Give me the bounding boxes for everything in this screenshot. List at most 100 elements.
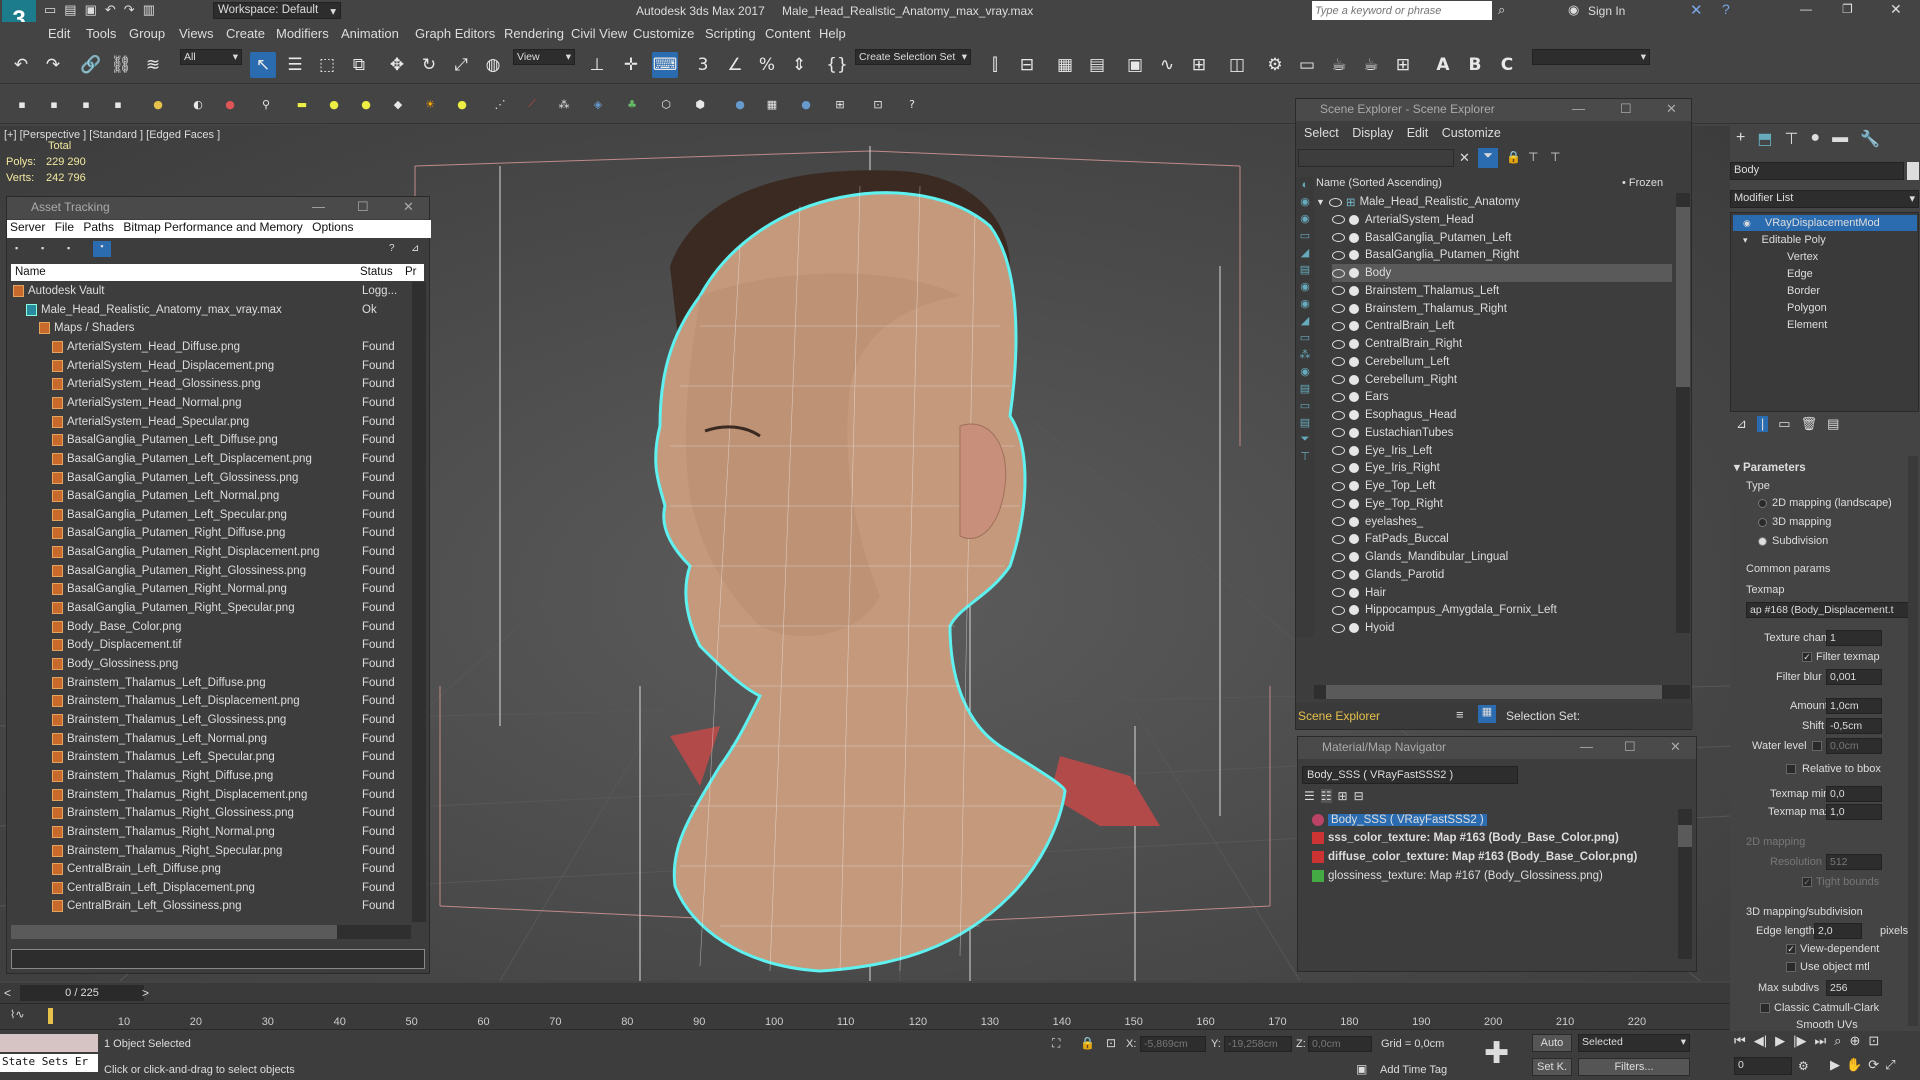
vray-dome-icon[interactable]: ● [356, 94, 376, 114]
close-icon[interactable]: ✕ [1890, 1, 1902, 18]
menu-options[interactable]: Options [312, 220, 353, 234]
helper-icon[interactable]: ● [220, 94, 240, 114]
scene-item[interactable]: FatPads_Buccal [1332, 530, 1672, 548]
view-dependent-checkbox[interactable]: ✓ [1786, 944, 1796, 954]
scene-hscrollbar[interactable] [1314, 685, 1690, 699]
absolute-mode-icon[interactable]: ⊡ [1106, 1036, 1116, 1050]
scene-item[interactable]: Cerebellum_Left [1332, 353, 1672, 371]
asset-row[interactable]: Male_Head_Realistic_Anatomy_max_vray.max… [11, 301, 409, 319]
menu-create[interactable]: Create [226, 26, 265, 41]
material-root-item[interactable]: Body_SSS ( VRayFastSSS2 ) [1312, 811, 1487, 829]
scene-item[interactable]: EustachianTubes [1332, 424, 1672, 442]
project-icon[interactable]: ▥ [143, 2, 155, 18]
reference-coord-dropdown[interactable]: View ▾ [513, 49, 575, 65]
vray-tree-icon[interactable]: ♣ [622, 94, 642, 114]
view-icon[interactable]: ▪ [41, 243, 44, 253]
undo-icon[interactable]: ↶ [8, 52, 34, 78]
select-by-name-icon[interactable]: ☰ [282, 52, 308, 78]
scene-item[interactable]: Brainstem_Thalamus_Left [1332, 282, 1672, 300]
water-level-checkbox[interactable] [1812, 741, 1822, 751]
vray-help-icon[interactable]: ? [902, 94, 922, 114]
vray-frame-buffer-icon[interactable]: ▦ [762, 94, 782, 114]
modifier-list-dropdown[interactable]: Modifier List ▾ [1730, 190, 1919, 208]
vray-plane-icon[interactable]: ⁂ [554, 94, 574, 114]
help-icon[interactable]: ? [1722, 1, 1730, 17]
scene-item[interactable]: Body [1332, 264, 1672, 282]
material-navigator-titlebar[interactable]: Material/Map Navigator — ☐ ✕ [1298, 737, 1696, 759]
asset-row[interactable]: Brainstem_Thalamus_Left_Specular.png Foun… [11, 748, 409, 766]
menu-content[interactable]: Content [765, 26, 811, 41]
eye-icon[interactable] [1328, 197, 1342, 207]
pin-stack-icon[interactable]: ⊿ [1736, 416, 1747, 432]
containers-icon[interactable]: ◉ [1300, 365, 1310, 378]
save-icon[interactable]: ▣ [85, 2, 97, 18]
asset-row[interactable]: ArterialSystem_Head_Diffuse.png Found [11, 338, 409, 356]
scene-item[interactable]: CentralBrain_Left [1332, 317, 1672, 335]
open-icon[interactable]: ▤ [64, 2, 76, 18]
eye-icon[interactable] [1332, 410, 1345, 420]
track-bar[interactable]: ⌇∿ 10 20 30 40 50 60 70 80 90 100 110 120 130 140 150 1… [0, 1003, 1730, 1029]
small-icons-icon[interactable]: ⊞ [1338, 789, 1348, 803]
x-coord-field[interactable]: -5,869cm [1140, 1036, 1206, 1052]
orbit-icon[interactable]: ⟳ [1868, 1057, 1879, 1073]
schematic-view-icon[interactable]: ⊞ [1186, 52, 1212, 78]
menu-file[interactable]: File [55, 220, 74, 234]
modifier-stack-item[interactable]: ▾ Editable Poly [1733, 232, 1917, 248]
plane-icon[interactable]: ▪ [76, 94, 96, 114]
camera-icon[interactable]: ◐ [188, 94, 208, 114]
window-crossing-icon[interactable]: ⧉ [346, 52, 372, 78]
scene-item[interactable]: BasalGanglia_Putamen_Left [1332, 229, 1672, 247]
isolate-icon[interactable]: ⛶ [1052, 1036, 1060, 1051]
asset-row[interactable]: Brainstem_Thalamus_Left_Displacement.png… [11, 692, 409, 710]
layers-icon[interactable]: ≡ [1456, 707, 1464, 722]
scene-root-item[interactable]: ▼ ⊞ Male_Head_Realistic_Anatomy [1316, 193, 1520, 211]
scene-item[interactable]: BasalGanglia_Putamen_Right [1332, 246, 1672, 264]
helpers-icon[interactable]: ◉ [1300, 280, 1310, 293]
add-time-tag-label[interactable]: Add Time Tag [1380, 1064, 1447, 1076]
filter-texmap-checkbox[interactable]: ✓ [1802, 652, 1812, 662]
vray-sky-icon[interactable]: ● [452, 94, 472, 114]
command-panel-scrollbar[interactable] [1908, 456, 1918, 1026]
eye-icon[interactable] [1332, 392, 1345, 402]
scene-item[interactable]: Eye_Iris_Right [1332, 459, 1672, 477]
hidden-icon[interactable]: ▭ [1300, 399, 1310, 412]
go-start-icon[interactable]: ⏮ [1734, 1033, 1746, 1049]
eye-icon[interactable] [1332, 481, 1345, 491]
box-icon[interactable]: ▪ [44, 94, 64, 114]
asset-row[interactable]: ArterialSystem_Head_Displacement.png Foun… [11, 357, 409, 375]
material-map-item[interactable]: diffuse_color_texture: Map #163 (Body_Ba… [1312, 848, 1637, 866]
modifier-stack-item[interactable]: Border [1733, 283, 1917, 299]
scene-scrollbar[interactable] [1676, 193, 1690, 633]
shift-spinner[interactable]: -0,5cm [1826, 718, 1882, 734]
scene-item[interactable]: Hippocampus_Amygdala_Fornix_Left [1332, 601, 1672, 619]
filters-button[interactable]: Filters... [1578, 1058, 1690, 1076]
keyboard-shortcut-icon[interactable]: ⌨ [652, 52, 678, 78]
menu-edit[interactable]: Edit [1407, 126, 1429, 140]
vray-object-icon[interactable]: ⬡ [656, 94, 676, 114]
asset-path-field[interactable] [11, 949, 425, 969]
list-icons-icon[interactable]: ☷ [1320, 789, 1332, 803]
frozen-icon[interactable]: ▤ [1300, 382, 1310, 395]
asset-row[interactable]: BasalGanglia_Putamen_Left_Diffuse.png Fou… [11, 431, 409, 449]
hierarchy-tab-icon[interactable]: ⊤ [1784, 129, 1798, 151]
menu-graph-editors[interactable]: Graph Editors [415, 26, 495, 41]
maximize-viewport-icon[interactable]: ⤢ [1885, 1057, 1895, 1073]
current-frame-field[interactable]: 0 [1734, 1057, 1792, 1075]
set-key-big-icon[interactable]: ✚ [1484, 1036, 1509, 1071]
vray-fur-icon[interactable]: ⋰ [490, 94, 510, 114]
lock-icon[interactable]: 🔒 [1506, 150, 1521, 164]
modify-tab-icon[interactable]: ⬒ [1757, 129, 1772, 151]
expand-icon[interactable]: ▾ [1743, 235, 1748, 245]
menu-server[interactable]: Server [10, 220, 45, 234]
relative-bbox-checkbox[interactable] [1786, 764, 1796, 774]
eye-icon[interactable] [1332, 623, 1345, 633]
time-config-icon[interactable]: ⚙ [1798, 1059, 1809, 1073]
clear-icon[interactable]: ✕ [1459, 150, 1470, 166]
link-icon[interactable]: 🔗 [78, 52, 104, 78]
asset-row[interactable]: Brainstem_Thalamus_Right_Glossiness.png F… [11, 804, 409, 822]
maximize-icon[interactable]: ☐ [1620, 101, 1632, 117]
set-key-button[interactable]: Set K. [1532, 1058, 1572, 1076]
search-input[interactable] [1312, 1, 1492, 20]
next-frame-icon[interactable]: > [142, 986, 149, 1000]
material-name-field[interactable]: Body_SSS ( VRayFastSSS2 ) [1302, 766, 1518, 784]
